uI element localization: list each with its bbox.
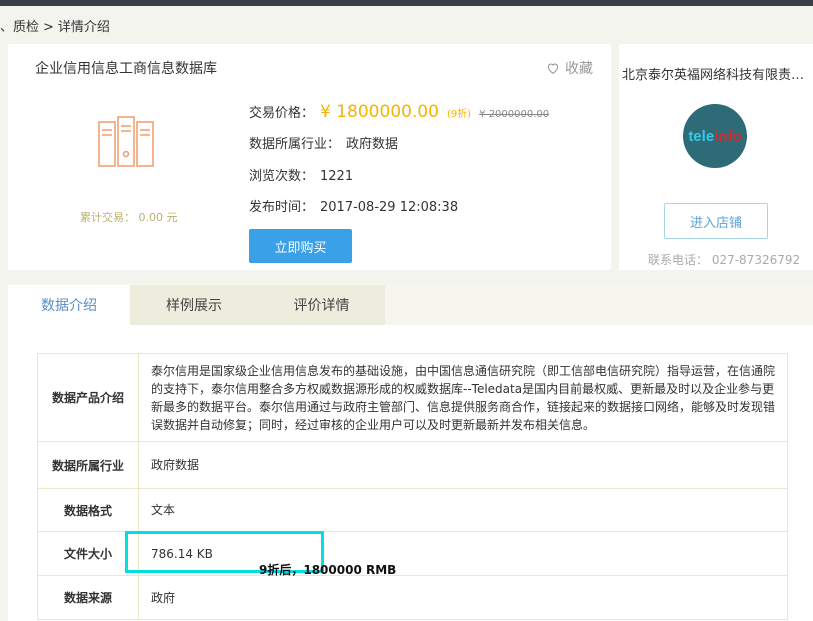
breadcrumb-prefix[interactable]: 、质检 — [0, 20, 39, 35]
price-label: 交易价格： — [249, 106, 315, 121]
tabs-area: 数据介绍 样例展示 评价详情 数据产品介绍 泰尔信用是国家级企业信用信息发布的基… — [8, 283, 813, 621]
shop-name[interactable]: 北京泰尔英福网络科技有限责… — [622, 64, 810, 83]
row-value: 政府数据 — [138, 441, 788, 489]
publish-value: 2017-08-29 12:08:38 — [320, 200, 459, 215]
views-label: 浏览次数： — [249, 169, 315, 184]
shop-logo[interactable]: tele info — [683, 104, 747, 168]
product-title: 企业信用信息工商信息数据库 — [35, 61, 217, 77]
favorite-label: 收藏 — [565, 61, 593, 77]
shop-card: 北京泰尔英福网络科技有限责… tele info 进入店铺 联系电话： 027-8… — [619, 44, 813, 270]
table-row: 数据来源 政府 — [37, 575, 788, 620]
breadcrumb: 、质检 > 详情介绍 — [0, 16, 114, 35]
logo-text-b: info — [714, 127, 742, 145]
industry-value: 政府数据 — [346, 137, 399, 152]
publish-row: 发布时间： 2017-08-29 12:08:38 — [249, 196, 458, 215]
publish-label: 发布时间： — [249, 200, 315, 215]
breadcrumb-current: 详情介绍 — [57, 20, 110, 35]
tab-samples[interactable]: 样例展示 — [130, 285, 258, 325]
database-icon — [98, 116, 154, 167]
logo-text-a: tele — [688, 127, 715, 145]
discount-badge: (9折) — [446, 109, 472, 120]
detail-table: 数据产品介绍 泰尔信用是国家级企业信用信息发布的基础设施，由中国信息通信研究院（… — [37, 353, 788, 620]
industry-row: 数据所属行业： 政府数据 — [249, 133, 398, 152]
table-row: 数据所属行业 政府数据 — [37, 441, 788, 489]
top-bar — [0, 0, 813, 6]
trade-count: 累计交易： 0.00 元 — [80, 211, 178, 224]
row-key: 数据格式 — [37, 488, 139, 532]
heart-icon — [547, 63, 559, 74]
row-key: 文件大小 — [37, 531, 139, 576]
row-value: 文本 — [138, 488, 788, 532]
table-row: 数据产品介绍 泰尔信用是国家级企业信用信息发布的基础设施，由中国信息通信研究院（… — [37, 353, 788, 442]
tab-reviews[interactable]: 评价详情 — [258, 285, 385, 325]
tab-bar: 数据介绍 样例展示 评价详情 — [8, 283, 813, 326]
buy-now-button[interactable]: 立即购买 — [249, 229, 352, 263]
views-value: 1221 — [320, 169, 354, 184]
table-row: 数据格式 文本 — [37, 488, 788, 532]
row-key: 数据产品介绍 — [37, 353, 139, 442]
views-row: 浏览次数： 1221 — [249, 165, 353, 184]
product-card: 企业信用信息工商信息数据库 收藏 累计交易： 0.00 元 交易价格： ¥ 180… — [8, 44, 611, 270]
original-price: ¥ 2000000.00 — [479, 109, 550, 120]
row-key: 数据所属行业 — [37, 441, 139, 489]
row-key: 数据来源 — [37, 575, 139, 620]
industry-label: 数据所属行业： — [249, 137, 341, 152]
price-row: 交易价格： ¥ 1800000.00 (9折) ¥ 2000000.00 — [249, 102, 549, 122]
row-value: 786.14 KB — [138, 531, 788, 576]
overlay-note: 9折后，1800000 RMB — [259, 563, 397, 577]
enter-shop-button[interactable]: 进入店铺 — [664, 203, 768, 239]
row-value: 政府 — [138, 575, 788, 620]
table-row: 文件大小 786.14 KB — [37, 531, 788, 576]
tab-data-intro[interactable]: 数据介绍 — [8, 285, 130, 326]
favorite-button[interactable]: 收藏 — [545, 58, 593, 78]
row-value: 泰尔信用是国家级企业信用信息发布的基础设施，由中国信息通信研究院（即工信部电信研… — [138, 353, 788, 442]
price-value: ¥ 1800000.00 — [320, 102, 439, 122]
contact-phone: 联系电话： 027-87326792 — [648, 253, 801, 267]
breadcrumb-separator: > — [43, 20, 54, 35]
